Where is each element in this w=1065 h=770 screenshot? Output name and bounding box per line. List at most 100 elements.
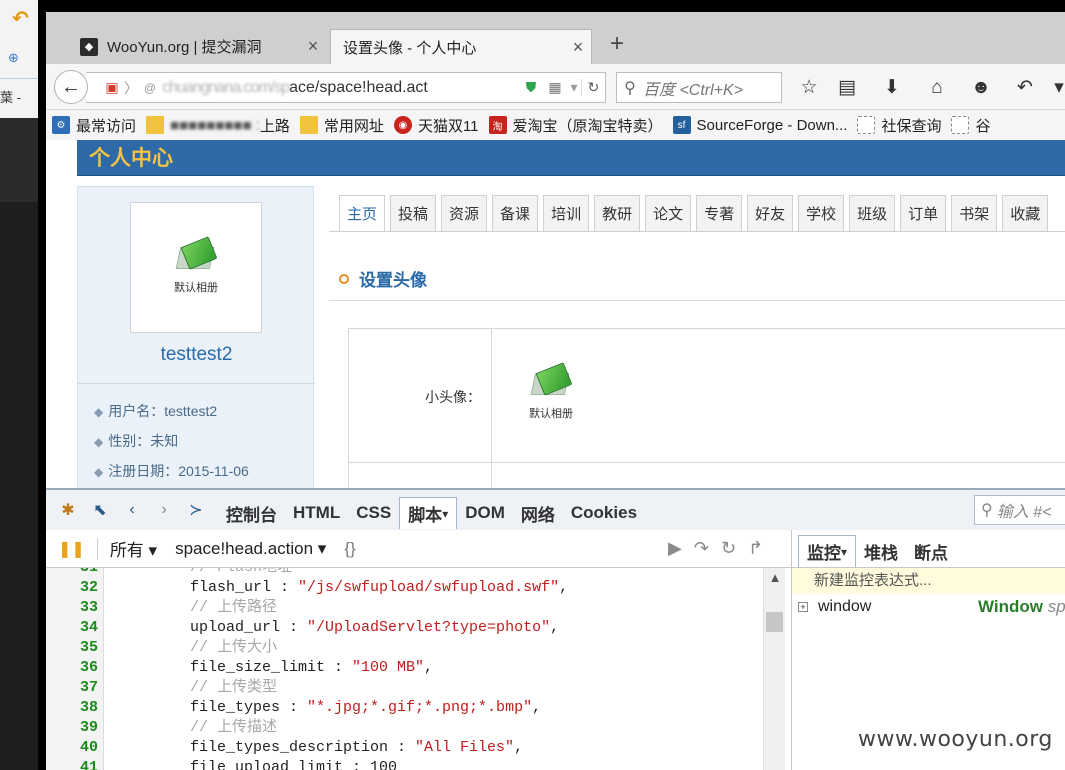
profile-tab[interactable]: 班级	[849, 195, 896, 231]
profile-tab[interactable]: 专著	[696, 195, 743, 231]
firebug-tab[interactable]: CSS	[348, 497, 399, 529]
profile-tab[interactable]: 主页	[339, 195, 386, 231]
scrollbar-thumb[interactable]	[766, 612, 783, 632]
step-over-icon[interactable]: ↷	[694, 538, 721, 558]
line-number[interactable]: 31	[46, 568, 98, 578]
profile-tab[interactable]: 投稿	[390, 195, 437, 231]
scroll-up-icon[interactable]: ▲	[764, 570, 786, 585]
watch-row-window[interactable]: + window Window sp	[792, 594, 1065, 620]
line-number[interactable]: 40	[46, 738, 98, 758]
code-token: file_types_description :	[190, 739, 416, 756]
back-button[interactable]: ←	[54, 70, 88, 104]
line-number[interactable]: 38	[46, 698, 98, 718]
step-out-icon[interactable]: ↱	[748, 538, 775, 558]
script-source-view[interactable]: 31 // Flash地址 32 flash_url : "/js/swfupload…	[46, 568, 791, 770]
line-number[interactable]: 33	[46, 598, 98, 618]
bookmark-google[interactable]: 谷	[951, 115, 990, 136]
firebug-tab[interactable]: 脚本 ▾	[399, 497, 458, 529]
watch-panel-tab[interactable]: 断点	[906, 535, 956, 567]
site-identity-icon[interactable]: ▣	[100, 79, 124, 96]
watch-panel-tab-label: 堆栈	[864, 543, 899, 563]
firebug-tab[interactable]: 网络	[513, 497, 563, 529]
profile-tab[interactable]: 备课	[492, 195, 539, 231]
profile-tab[interactable]: 资源	[441, 195, 488, 231]
username[interactable]: testtest2	[78, 344, 315, 366]
profile-tab[interactable]: 收藏	[1002, 195, 1049, 231]
line-number[interactable]: 36	[46, 658, 98, 678]
small-avatar[interactable]: 默认相册	[529, 362, 573, 421]
line-number[interactable]: 41	[46, 758, 98, 770]
watch-panel-tab[interactable]: 监控 ▾	[798, 535, 857, 567]
watch-panel-tab[interactable]: 堆栈	[856, 535, 906, 567]
code-scrollbar[interactable]: ▲	[763, 568, 785, 770]
line-number[interactable]: 39	[46, 718, 98, 738]
bookmark-star-icon[interactable]: ☆	[796, 76, 822, 100]
search-box[interactable]: ⚲ 百度 <Ctrl+K>	[616, 72, 782, 103]
tab-title: 设置头像 - 个人中心	[343, 39, 477, 57]
bookmark-social-security[interactable]: 社保查询	[857, 115, 941, 136]
close-tab-icon[interactable]: ×	[565, 37, 591, 58]
shield-icon[interactable]: ⛊	[519, 79, 543, 96]
firebug-tab[interactable]: Cookies	[563, 497, 645, 529]
emoji-icon[interactable]: ☻	[968, 76, 994, 100]
line-number[interactable]: 35	[46, 638, 98, 658]
expand-icon[interactable]: +	[798, 602, 808, 612]
download-icon[interactable]: ⬇	[879, 76, 905, 100]
line-number[interactable]: 34	[46, 618, 98, 638]
close-tab-icon[interactable]: ×	[300, 36, 326, 57]
refresh-icon[interactable]: ↻	[581, 79, 605, 96]
url-text[interactable]: chuangnana.com/space/space!head.act	[162, 79, 519, 97]
step-into-icon[interactable]: ↻	[721, 538, 748, 558]
firebug-bug-icon[interactable]: ✱	[52, 500, 84, 520]
profile-tab[interactable]: 学校	[798, 195, 845, 231]
bookmark-taobao[interactable]: 淘爱淘宝（原淘宝特卖）	[488, 115, 663, 136]
qr-code-icon[interactable]: ▦	[543, 79, 567, 96]
new-watch-expression[interactable]: 新建监控表达式...	[792, 568, 1065, 594]
dropdown-icon[interactable]: ▾	[442, 507, 448, 521]
tab-wooyun[interactable]: ◆ WooYun.org | 提交漏洞 ×	[70, 29, 326, 64]
pause-icon[interactable]: ❚❚	[58, 539, 85, 559]
inspect-icon[interactable]: ⬉	[84, 500, 116, 520]
line-number[interactable]: 37	[46, 678, 98, 698]
back-arrow-icon[interactable]: ‹	[116, 501, 148, 519]
new-tab-button[interactable]: +	[604, 29, 630, 59]
code-token: ,	[559, 579, 569, 596]
info-label: 注册日期：	[108, 463, 179, 479]
bookmark-tmall[interactable]: ◉ 天猫双11	[393, 115, 479, 136]
dropdown-icon[interactable]: ▾	[567, 79, 581, 96]
pretty-print-button[interactable]: {}	[344, 539, 355, 559]
continue-icon[interactable]: ▶	[668, 538, 694, 558]
script-file-dropdown[interactable]: space!head.action ▾	[175, 539, 326, 559]
browser-window: ◆ WooYun.org | 提交漏洞 × 设置头像 - 个人中心 × + ▣ …	[46, 12, 1065, 770]
reading-list-icon[interactable]: ▤	[834, 76, 860, 100]
bookmark-folder[interactable]: ■■■■■■■■■ : 上路	[146, 115, 290, 136]
dropdown-icon[interactable]: ▾	[841, 545, 847, 559]
firebug-tab[interactable]: 控制台	[218, 497, 285, 529]
address-bar[interactable]: ▣ 〉 @ chuangnana.com/space/space!head.ac…	[86, 72, 606, 103]
menu-chevron-icon[interactable]: ▾	[1046, 76, 1065, 100]
profile-tab[interactable]: 教研	[594, 195, 641, 231]
bookmark-sourceforge[interactable]: sf SourceForge - Down...	[672, 116, 847, 134]
forward-arrow-icon[interactable]: ›	[148, 501, 180, 519]
bookmark-most-visited[interactable]: ⚙ 最常访问	[52, 115, 136, 136]
command-line-icon[interactable]: ≻	[180, 500, 212, 520]
line-number[interactable]: 32	[46, 578, 98, 598]
profile-tab[interactable]: 论文	[645, 195, 692, 231]
avatar[interactable]: 默认相册	[130, 202, 262, 333]
home-icon[interactable]: ⌂	[924, 76, 950, 100]
code-line: 35 // 上传大小	[46, 638, 277, 658]
code-token: upload_url :	[190, 619, 308, 636]
profile-tab[interactable]: 好友	[747, 195, 794, 231]
bookmark-common-sites[interactable]: 常用网址	[299, 115, 384, 136]
firebug-tab[interactable]: HTML	[285, 497, 348, 529]
profile-tab[interactable]: 培训	[543, 195, 590, 231]
bookmark-blurred-label: ■■■■■■■■■ :	[170, 116, 260, 134]
firebug-search[interactable]: ⚲ 输入 #<	[974, 495, 1065, 525]
profile-tab[interactable]: 订单	[900, 195, 947, 231]
undo-icon[interactable]: ↶	[1012, 76, 1038, 100]
profile-tab[interactable]: 书架	[951, 195, 998, 231]
tab-set-avatar[interactable]: 设置头像 - 个人中心 ×	[330, 29, 592, 64]
filter-dropdown[interactable]: 所有 ▾	[110, 536, 157, 561]
firebug-tab[interactable]: DOM	[457, 497, 513, 529]
info-value: testtest2	[164, 403, 218, 419]
